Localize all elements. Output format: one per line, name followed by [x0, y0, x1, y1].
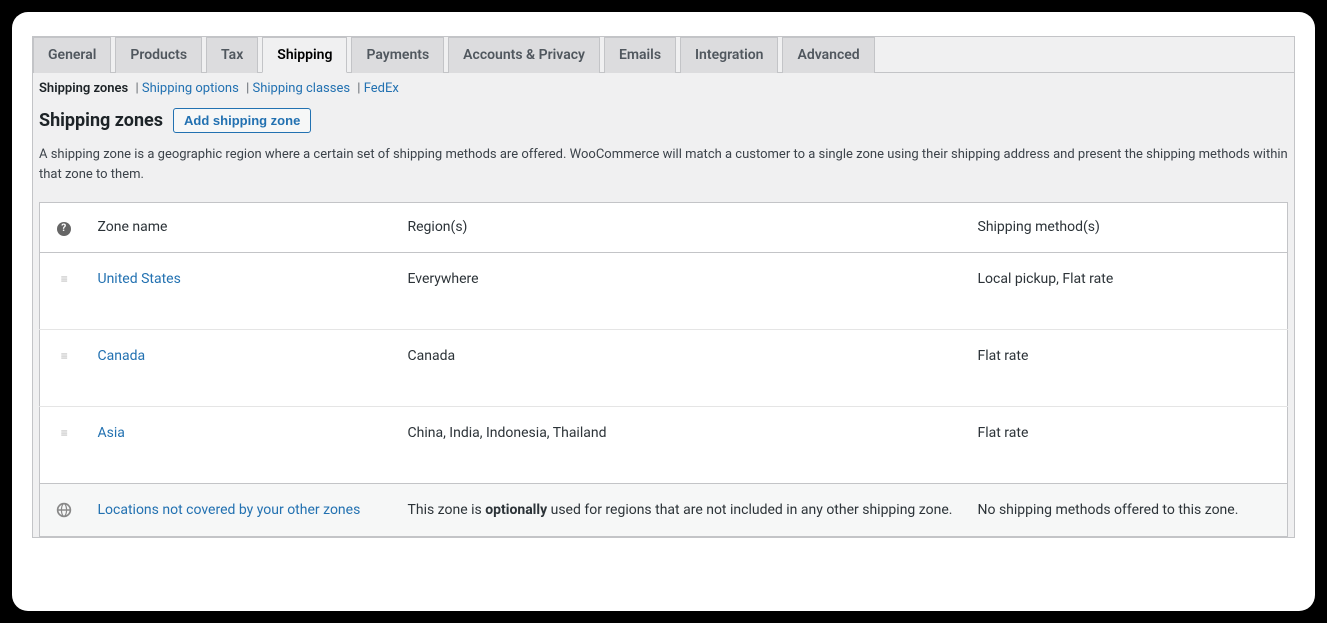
table-header-zone-name: Zone name	[88, 203, 398, 253]
tab-integration[interactable]: Integration	[680, 37, 778, 73]
zone-region: Canada	[398, 330, 968, 407]
zone-link-asia[interactable]: Asia	[98, 425, 125, 441]
tab-tax[interactable]: Tax	[206, 37, 258, 73]
shipping-zones-table: ? Zone name Region(s) Shipping method(s)…	[39, 202, 1288, 537]
subnav-fedex[interactable]: FedEx	[364, 81, 399, 96]
tab-advanced[interactable]: Advanced	[782, 37, 874, 73]
zone-region: China, India, Indonesia, Thailand	[398, 407, 968, 484]
subnav-shipping-classes[interactable]: Shipping classes	[252, 81, 350, 96]
tab-emails[interactable]: Emails	[604, 37, 676, 73]
tab-accounts-privacy[interactable]: Accounts & Privacy	[448, 37, 600, 73]
globe-icon	[56, 502, 72, 518]
drag-handle-icon[interactable]: ≡	[61, 272, 67, 286]
subnav-shipping-zones[interactable]: Shipping zones	[39, 81, 128, 96]
zone-link-uncovered[interactable]: Locations not covered by your other zone…	[98, 502, 361, 518]
add-shipping-zone-button[interactable]: Add shipping zone	[173, 108, 311, 133]
zone-method: Flat rate	[968, 330, 1288, 407]
help-icon[interactable]: ?	[57, 222, 71, 236]
table-row-rest-of-world: Locations not covered by your other zone…	[40, 484, 1288, 537]
separator: |	[357, 81, 360, 96]
separator: |	[246, 81, 249, 96]
zone-method: Local pickup, Flat rate	[968, 253, 1288, 330]
subnav-shipping-options[interactable]: Shipping options	[142, 81, 239, 96]
table-header-help: ?	[40, 203, 88, 253]
tab-general[interactable]: General	[33, 37, 111, 73]
tab-payments[interactable]: Payments	[351, 37, 444, 73]
table-row: ≡ Asia China, India, Indonesia, Thailand…	[40, 407, 1288, 484]
settings-tabs: General Products Tax Shipping Payments A…	[33, 37, 1294, 73]
drag-handle-icon[interactable]: ≡	[61, 426, 67, 440]
page-title: Shipping zones	[39, 110, 163, 131]
tab-shipping[interactable]: Shipping	[262, 37, 347, 73]
zone-region: Everywhere	[398, 253, 968, 330]
tab-products[interactable]: Products	[115, 37, 202, 73]
table-header-method: Shipping method(s)	[968, 203, 1288, 253]
page-description: A shipping zone is a geographic region w…	[39, 145, 1288, 184]
table-row: ≡ United States Everywhere Local pickup,…	[40, 253, 1288, 330]
zone-region: This zone is optionally used for regions…	[398, 484, 968, 537]
shipping-subnav: Shipping zones | Shipping options | Ship…	[39, 73, 1288, 106]
separator: |	[135, 81, 138, 96]
zone-link-canada[interactable]: Canada	[98, 348, 146, 364]
zone-method: Flat rate	[968, 407, 1288, 484]
table-header-region: Region(s)	[398, 203, 968, 253]
drag-handle-icon[interactable]: ≡	[61, 349, 67, 363]
zone-method: No shipping methods offered to this zone…	[968, 484, 1288, 537]
table-row: ≡ Canada Canada Flat rate	[40, 330, 1288, 407]
zone-link-united-states[interactable]: United States	[98, 271, 181, 287]
